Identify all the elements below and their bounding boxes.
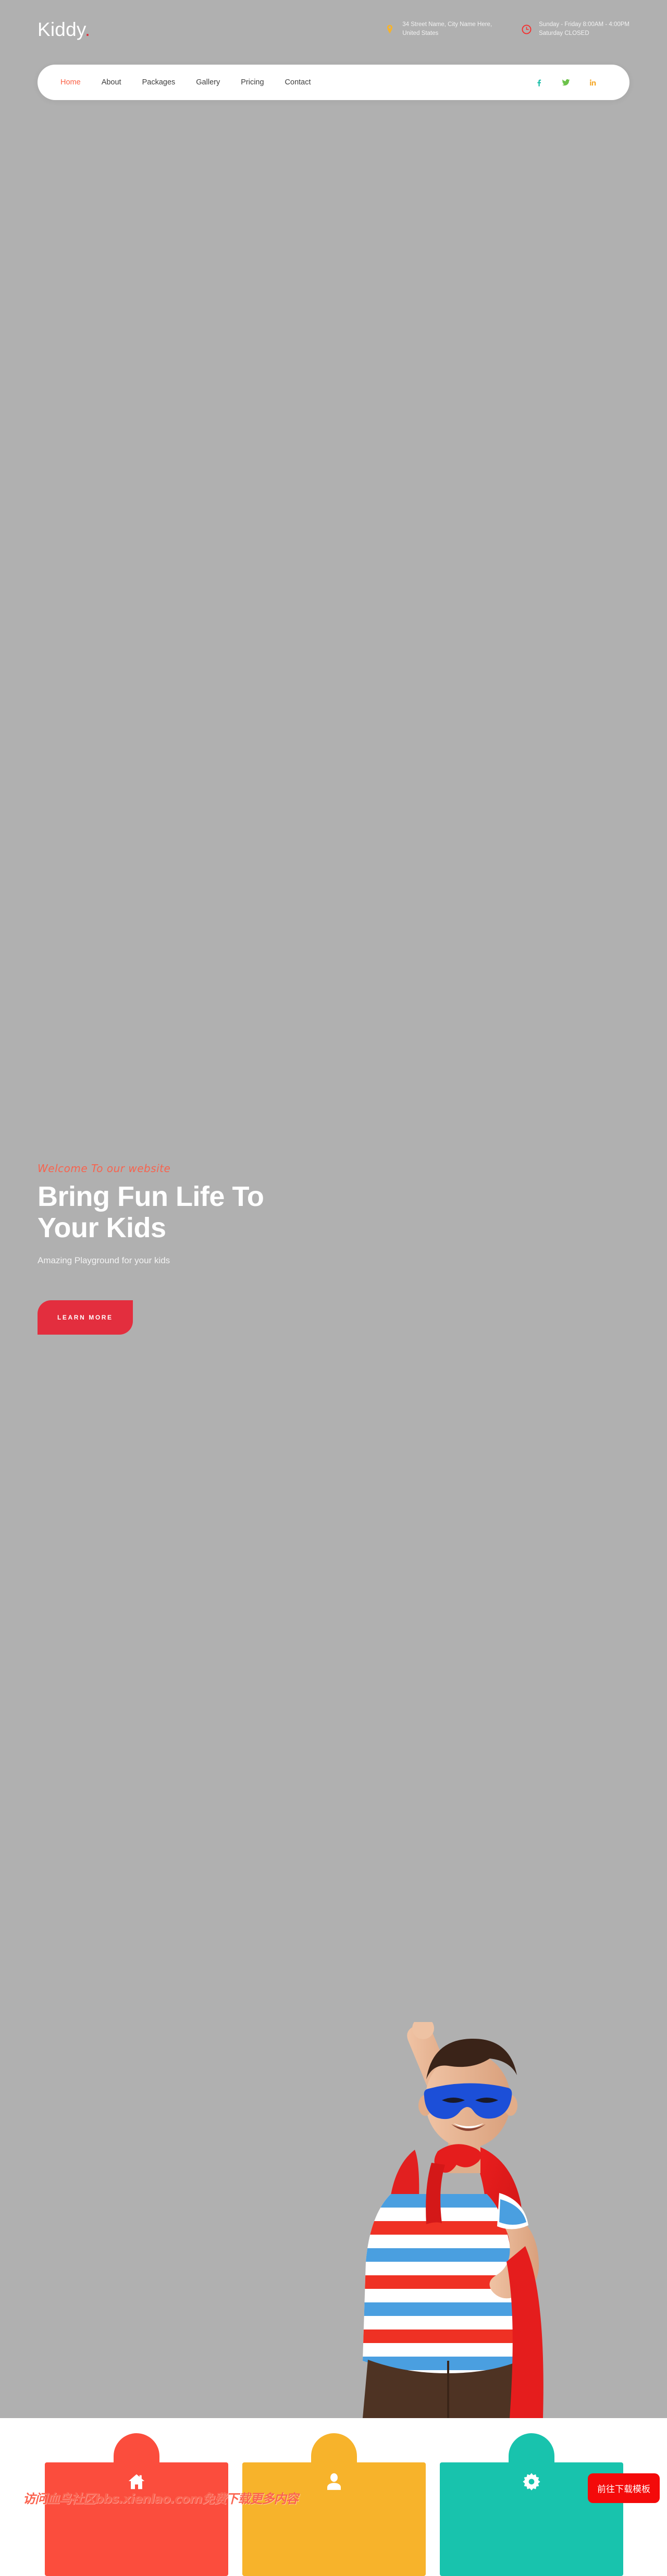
- feature-card-home[interactable]: [45, 2433, 228, 2576]
- hero-image-superhero-boy: [292, 2022, 615, 2418]
- address-line-1: 34 Street Name, City Name Here,: [402, 21, 492, 28]
- address-block: 34 Street Name, City Name Here, United S…: [384, 20, 492, 39]
- logo-text: Kiddy: [38, 18, 85, 40]
- nav-link-packages[interactable]: Packages: [140, 75, 178, 90]
- feature-cards-row: [45, 2433, 623, 2576]
- feature-cards-section: [0, 2418, 667, 2576]
- gear-icon: [522, 2472, 541, 2492]
- nav-item-home[interactable]: Home: [58, 75, 83, 90]
- hero-eyebrow: Welcome To our website: [38, 1162, 171, 1175]
- hours-block: Sunday - Friday 8:00AM - 4:00PM Saturday…: [520, 20, 629, 39]
- nav-link-pricing[interactable]: Pricing: [239, 75, 266, 90]
- learn-more-button[interactable]: LEARN MORE: [38, 1300, 133, 1335]
- hero-section: Kiddy. 34 Street Name, City Name Here, U…: [0, 0, 667, 2418]
- address-text: 34 Street Name, City Name Here, United S…: [402, 20, 492, 39]
- nav-item-gallery[interactable]: Gallery: [194, 75, 222, 90]
- topbar-info: 34 Street Name, City Name Here, United S…: [384, 20, 629, 39]
- logo-dot: .: [84, 18, 91, 40]
- home-icon: [127, 2472, 146, 2492]
- facebook-icon[interactable]: [535, 78, 544, 87]
- feature-card-user[interactable]: [242, 2433, 426, 2576]
- twitter-icon[interactable]: [561, 78, 571, 87]
- main-navigation: Home About Packages Gallery Pricing Cont…: [38, 65, 629, 100]
- nav-link-contact[interactable]: Contact: [283, 75, 313, 90]
- nav-link-gallery[interactable]: Gallery: [194, 75, 222, 90]
- linkedin-icon[interactable]: [588, 78, 597, 87]
- social-links: [535, 78, 609, 87]
- topbar: Kiddy. 34 Street Name, City Name Here, U…: [0, 0, 667, 58]
- download-template-button[interactable]: 前往下载模板: [588, 2473, 660, 2503]
- nav-link-about[interactable]: About: [100, 75, 123, 90]
- hours-line-2: Saturday CLOSED: [539, 30, 589, 36]
- clock-icon: [520, 23, 533, 35]
- hero-subcopy: Amazing Playground for your kids: [38, 1255, 170, 1265]
- user-icon: [324, 2472, 344, 2492]
- hero-copy: Welcome To our website Bring Fun Life To…: [38, 1162, 361, 1335]
- map-pin-icon: [384, 23, 396, 35]
- hours-line-1: Sunday - Friday 8:00AM - 4:00PM: [539, 21, 629, 28]
- hero-headline: Bring Fun Life To Your Kids: [38, 1181, 361, 1244]
- site-logo[interactable]: Kiddy.: [38, 20, 90, 39]
- nav-item-contact[interactable]: Contact: [283, 75, 313, 90]
- hero-headline-line-2: Your Kids: [38, 1212, 166, 1244]
- address-line-2: United States: [402, 30, 439, 36]
- nav-list: Home About Packages Gallery Pricing Cont…: [58, 75, 313, 90]
- nav-item-packages[interactable]: Packages: [140, 75, 178, 90]
- nav-item-pricing[interactable]: Pricing: [239, 75, 266, 90]
- nav-link-home[interactable]: Home: [58, 75, 83, 90]
- hours-text: Sunday - Friday 8:00AM - 4:00PM Saturday…: [539, 20, 629, 39]
- hero-headline-line-1: Bring Fun Life To: [38, 1181, 264, 1212]
- nav-item-about[interactable]: About: [100, 75, 123, 90]
